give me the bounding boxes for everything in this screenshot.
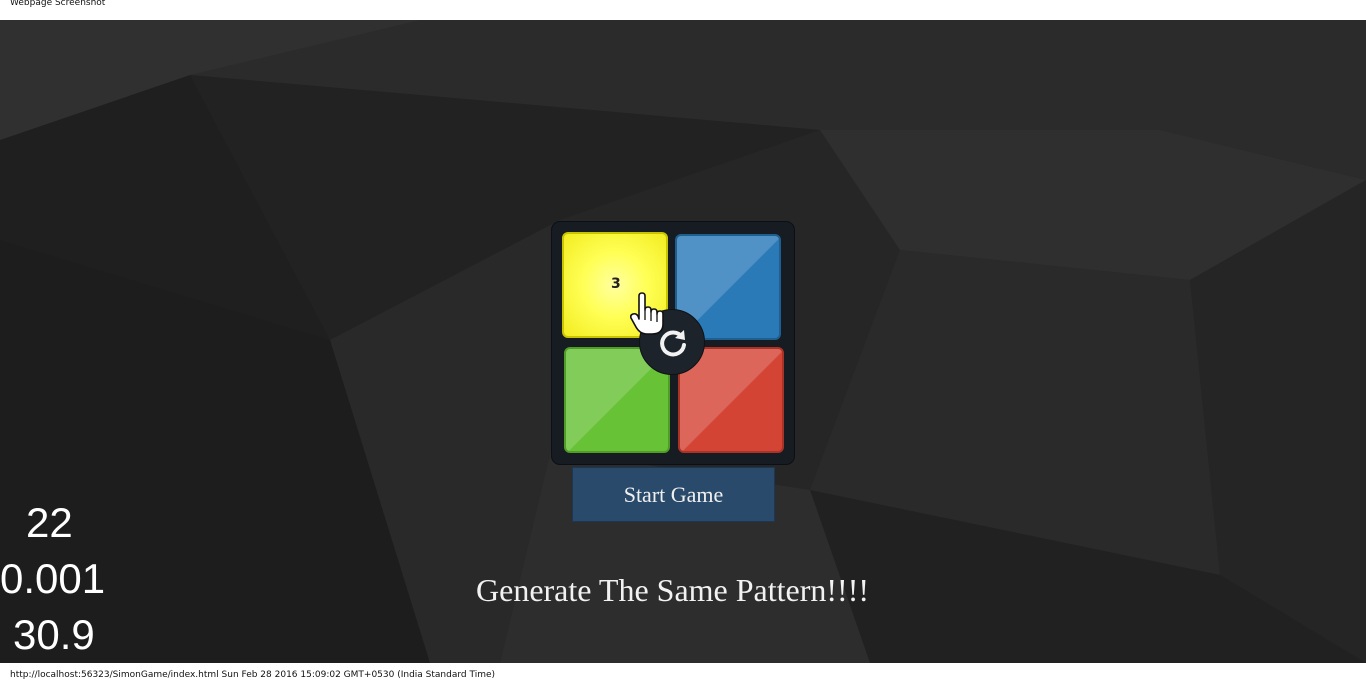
- stat-value: 22: [26, 499, 73, 546]
- game-tagline: Generate The Same Pattern!!!!: [476, 572, 869, 608]
- start-game-button[interactable]: Start Game: [572, 467, 775, 522]
- stat-value: 30.9: [13, 611, 95, 658]
- game-stage: 3 Start Game Generate The Same Pattern!!…: [0, 20, 1366, 663]
- screenshot-title: Webpage Screenshot: [10, 0, 106, 8]
- hand-pointer-icon: [630, 292, 664, 335]
- pad-count-label: 3: [611, 276, 621, 292]
- stat-value: 0.001: [0, 555, 106, 602]
- screenshot-header: Webpage Screenshot: [0, 0, 1366, 20]
- page-url-timestamp: http://localhost:56323/SimonGame/index.h…: [10, 670, 496, 680]
- screenshot-footer: http://localhost:56323/SimonGame/index.h…: [0, 663, 1366, 683]
